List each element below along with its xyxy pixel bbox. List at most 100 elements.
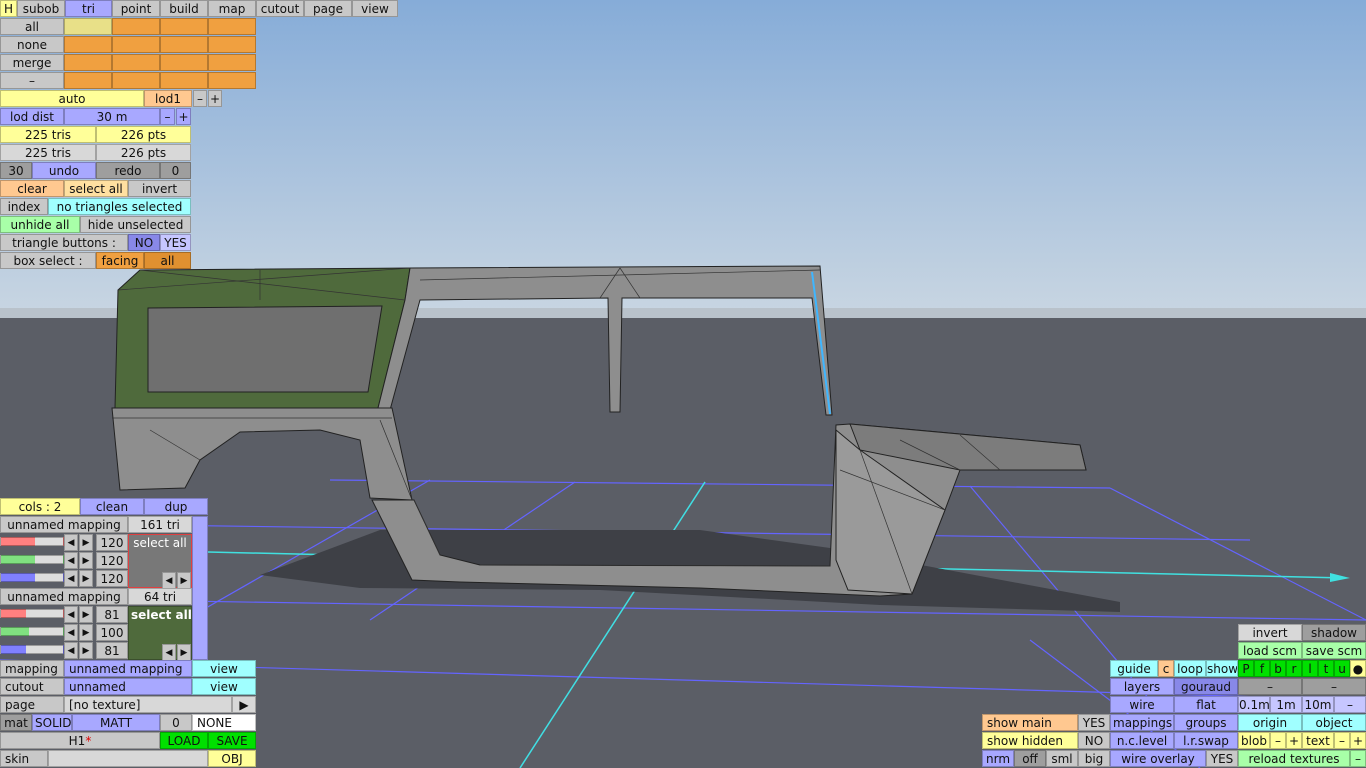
mapping-selector[interactable]: unnamed mapping [64,660,192,677]
size-nrm-button[interactable]: nrm [982,750,1014,767]
arrow-right-icon[interactable]: ▶ [79,552,93,569]
arrow-left-icon[interactable]: ◀ [162,572,176,589]
option-dash[interactable]: – [1238,678,1302,695]
lod-dist-minus-button[interactable]: – [160,108,175,125]
mapping-name[interactable]: unnamed mapping [0,588,128,605]
gouraud-button[interactable]: gouraud [1174,678,1238,695]
tab-tri[interactable]: tri [65,0,112,17]
flag-l[interactable]: l [1302,660,1318,677]
guide-button[interactable]: guide [1110,660,1158,677]
invert-selection-button[interactable]: invert [128,180,191,197]
mappings-button[interactable]: mappings [1110,714,1174,731]
unhide-all-button[interactable]: unhide all [0,216,80,233]
green-value[interactable]: 100 [96,624,128,641]
loop-button[interactable]: loop [1174,660,1206,677]
load-button[interactable]: LOAD [160,732,208,749]
size-off-button[interactable]: off [1014,750,1046,767]
obj-button[interactable]: OBJ [208,750,256,767]
arrow-left-icon[interactable]: ◀ [64,534,78,551]
load-scm-button[interactable]: load scm [1238,642,1302,659]
object-button[interactable]: object [1302,714,1366,731]
tab-view[interactable]: view [352,0,398,17]
blue-value[interactable]: 81 [96,642,128,659]
tab-point[interactable]: point [112,0,160,17]
subob-cell[interactable] [64,18,112,35]
subob-all-button[interactable]: all [0,18,64,35]
show-main-label[interactable]: show main [982,714,1078,731]
matt-button[interactable]: MATT [72,714,160,731]
subob-cell[interactable] [160,72,208,89]
mapping-name[interactable]: unnamed mapping [0,516,128,533]
subob-cell[interactable] [112,72,160,89]
lod-auto-button[interactable]: auto [0,90,144,107]
tab-page[interactable]: page [304,0,352,17]
mapping-scrollbar[interactable] [192,516,208,660]
arrow-left-icon[interactable]: ◀ [64,642,78,659]
show-hidden-label[interactable]: show hidden [982,732,1078,749]
green-slider[interactable] [0,627,64,636]
triangle-buttons-no[interactable]: NO [128,234,160,251]
page-next-icon[interactable]: ▶ [232,696,256,713]
flat-button[interactable]: flat [1174,696,1238,713]
cols-setting[interactable]: cols : 2 [0,498,80,515]
mat-name[interactable]: NONE [192,714,256,731]
red-value[interactable]: 120 [96,534,128,551]
arrow-left-icon[interactable]: ◀ [64,552,78,569]
flag-r[interactable]: r [1286,660,1302,677]
text-minus-button[interactable]: – [1334,732,1350,749]
size-sml-button[interactable]: sml [1046,750,1078,767]
layers-button[interactable]: layers [1110,678,1174,695]
subob-dash-button[interactable]: – [0,72,64,89]
box-select-all[interactable]: all [144,252,191,269]
skin-field[interactable] [48,750,208,767]
mapping-select-all[interactable]: select all [131,608,191,622]
arrow-left-icon[interactable]: ◀ [162,644,176,661]
solid-button[interactable]: SOLID [32,714,72,731]
subob-cell[interactable] [208,54,256,71]
wire-button[interactable]: wire [1110,696,1174,713]
tab-map[interactable]: map [208,0,256,17]
guide-c-button[interactable]: c [1158,660,1174,677]
lod-minus-button[interactable]: – [193,90,207,107]
blob-button[interactable]: blob [1238,732,1270,749]
lod-dist-value[interactable]: 30 m [64,108,160,125]
option-dash[interactable]: – [1302,678,1366,695]
groups-button[interactable]: groups [1174,714,1238,731]
shadow-button[interactable]: shadow [1302,624,1366,641]
flag-p[interactable]: P [1238,660,1254,677]
flag-t[interactable]: t [1318,660,1334,677]
grid-0.1m-button[interactable]: 0.1m [1238,696,1270,713]
red-value[interactable]: 81 [96,606,128,623]
text-button[interactable]: text [1302,732,1334,749]
subob-cell[interactable] [112,36,160,53]
flag-u[interactable]: u [1334,660,1350,677]
show-main-value[interactable]: YES [1078,714,1110,731]
arrow-right-icon[interactable]: ▶ [177,644,191,661]
reload-textures-button[interactable]: reload textures [1238,750,1350,767]
subob-cell[interactable] [208,18,256,35]
lod-plus-button[interactable]: + [208,90,222,107]
blob-minus-button[interactable]: – [1270,732,1286,749]
index-button[interactable]: index [0,198,48,215]
subob-cell[interactable] [64,72,112,89]
invert-button[interactable]: invert [1238,624,1302,641]
nc-level-button[interactable]: n.c.level [1110,732,1174,749]
mat-number[interactable]: 0 [160,714,192,731]
triangle-buttons-yes[interactable]: YES [160,234,191,251]
lr-swap-button[interactable]: l.r.swap [1174,732,1238,749]
grid-dash-button[interactable]: – [1334,696,1366,713]
reload-dash-button[interactable]: – [1350,750,1366,767]
subob-cell[interactable] [112,54,160,71]
arrow-right-icon[interactable]: ▶ [79,624,93,641]
blue-value[interactable]: 120 [96,570,128,587]
arrow-right-icon[interactable]: ▶ [177,572,191,589]
hide-unselected-button[interactable]: hide unselected [80,216,191,233]
subob-cell[interactable] [112,18,160,35]
flag-dot-icon[interactable]: ● [1350,660,1366,677]
save-button[interactable]: SAVE [208,732,256,749]
arrow-right-icon[interactable]: ▶ [79,606,93,623]
save-scm-button[interactable]: save scm [1302,642,1366,659]
subob-none-button[interactable]: none [0,36,64,53]
wire-overlay-value[interactable]: YES [1206,750,1238,767]
flag-f[interactable]: f [1254,660,1270,677]
